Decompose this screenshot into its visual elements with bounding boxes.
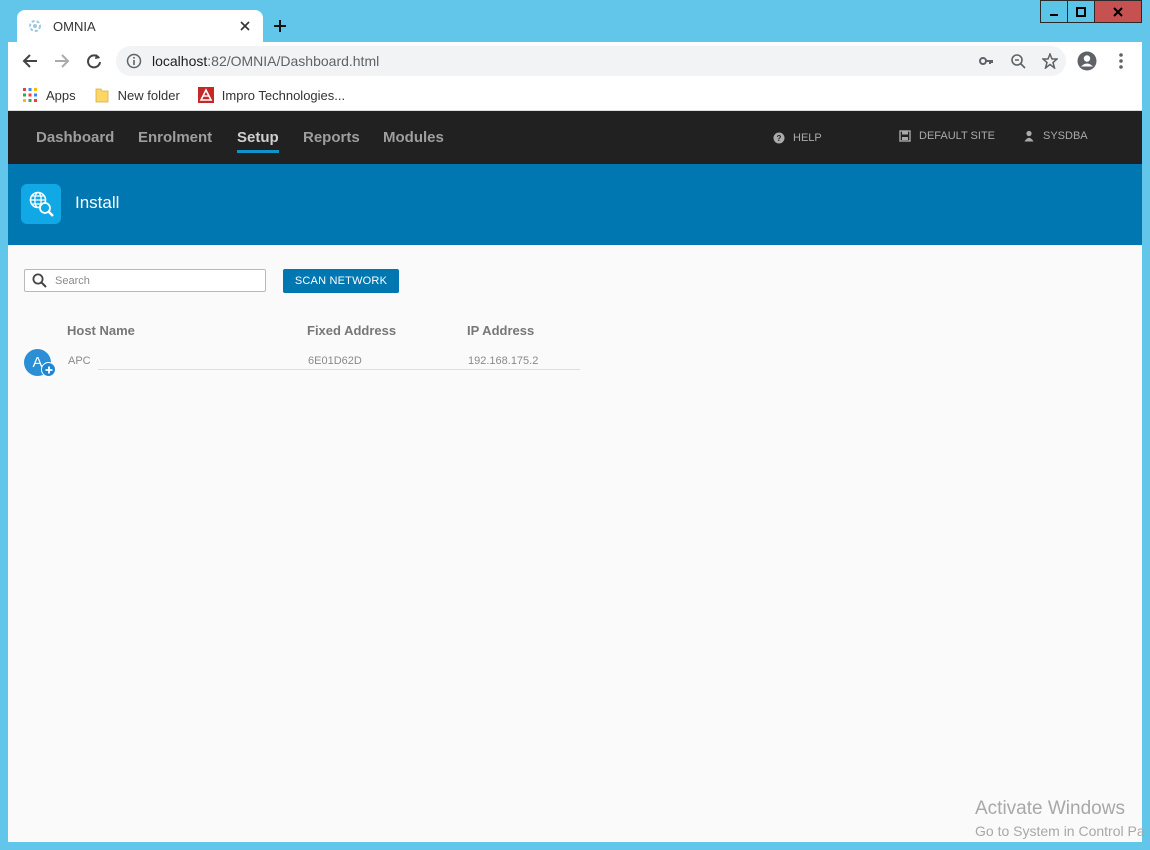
- install-globe-icon: [21, 184, 61, 224]
- user-icon: [1024, 130, 1034, 142]
- user-menu[interactable]: SYSDBA: [1023, 130, 1088, 142]
- help-link[interactable]: ? HELP: [773, 132, 822, 144]
- column-header-ip-address[interactable]: IP Address: [467, 323, 534, 338]
- bookmark-label: New folder: [117, 87, 180, 103]
- page-title: Install: [75, 193, 120, 212]
- browser-window: OMNIA localhost:82/OMNIA/Dashboard.html: [0, 0, 1150, 850]
- site-selector[interactable]: DEFAULT SITE: [899, 130, 995, 142]
- new-tab-icon[interactable]: [270, 16, 290, 36]
- active-nav-underline: [237, 150, 279, 153]
- add-device-icon[interactable]: [41, 362, 56, 377]
- tab-close-icon[interactable]: [237, 18, 253, 34]
- activate-windows-watermark: Activate Windows Go to System in Control…: [975, 798, 1145, 839]
- cell-host-name: APC: [68, 355, 91, 367]
- nav-setup[interactable]: Setup: [237, 129, 279, 146]
- kebab-menu-icon[interactable]: [1108, 48, 1134, 74]
- profile-icon[interactable]: [1074, 48, 1100, 74]
- help-label: HELP: [793, 132, 822, 144]
- search-input[interactable]: [55, 274, 255, 287]
- save-icon: [899, 130, 911, 142]
- nav-enrolment[interactable]: Enrolment: [138, 129, 212, 146]
- omnia-favicon-icon: [29, 20, 41, 32]
- key-icon[interactable]: [970, 46, 1002, 76]
- bookmark-apps[interactable]: Apps: [22, 87, 76, 103]
- reload-icon[interactable]: [78, 45, 110, 77]
- bookmark-new-folder[interactable]: New folder: [94, 87, 180, 103]
- table-row[interactable]: A APC 6E01D62D 192.168.175.2: [24, 347, 580, 377]
- user-label: SYSDBA: [1043, 130, 1088, 142]
- tab-title: OMNIA: [53, 18, 96, 34]
- site-label: DEFAULT SITE: [919, 130, 996, 142]
- tab-strip: OMNIA: [8, 8, 1142, 42]
- bookmarks-bar: Apps New folder Impro Technologies...: [8, 80, 1142, 111]
- bookmark-impro[interactable]: Impro Technologies...: [197, 87, 346, 103]
- address-bar[interactable]: localhost:82/OMNIA/Dashboard.html: [116, 46, 1066, 76]
- url-path: :82/OMNIA/Dashboard.html: [207, 53, 380, 69]
- search-icon: [32, 273, 47, 288]
- scan-network-button[interactable]: SCAN NETWORK: [283, 269, 399, 293]
- nav-dashboard[interactable]: Dashboard: [36, 129, 114, 146]
- browser-toolbar: localhost:82/OMNIA/Dashboard.html: [8, 42, 1142, 80]
- url-text[interactable]: localhost:82/OMNIA/Dashboard.html: [152, 53, 970, 69]
- page-header-band: Install: [8, 164, 1142, 245]
- zoom-icon[interactable]: [1002, 46, 1034, 76]
- back-arrow-icon[interactable]: [14, 45, 46, 77]
- app-nav-bar: Dashboard Enrolment Setup Reports Module…: [8, 111, 1142, 164]
- column-header-fixed-address[interactable]: Fixed Address: [307, 323, 396, 338]
- info-icon[interactable]: [126, 53, 142, 69]
- nav-reports[interactable]: Reports: [303, 129, 360, 146]
- row-divider: [98, 369, 580, 370]
- nav-modules[interactable]: Modules: [383, 129, 444, 146]
- bookmark-label: Impro Technologies...: [221, 87, 346, 103]
- main-content: SCAN NETWORK Host Name Fixed Address IP …: [8, 245, 1142, 842]
- browser-tab[interactable]: OMNIA: [17, 10, 263, 42]
- forward-arrow-icon[interactable]: [46, 45, 78, 77]
- help-icon: ?: [773, 132, 785, 144]
- apps-grid-icon: [23, 88, 37, 102]
- impro-logo-icon: [197, 87, 214, 103]
- folder-icon: [95, 88, 109, 103]
- watermark-subtitle: Go to System in Control Pa: [975, 823, 1145, 839]
- cell-fixed-address: 6E01D62D: [308, 355, 362, 367]
- bookmark-label: Apps: [46, 87, 76, 103]
- column-header-host-name[interactable]: Host Name: [67, 323, 135, 338]
- bookmark-star-icon[interactable]: [1034, 46, 1066, 76]
- watermark-title: Activate Windows: [975, 798, 1125, 819]
- url-host: localhost: [152, 53, 208, 69]
- cell-ip-address: 192.168.175.2: [468, 355, 539, 367]
- svg-text:?: ?: [777, 134, 782, 143]
- search-box[interactable]: [24, 269, 266, 292]
